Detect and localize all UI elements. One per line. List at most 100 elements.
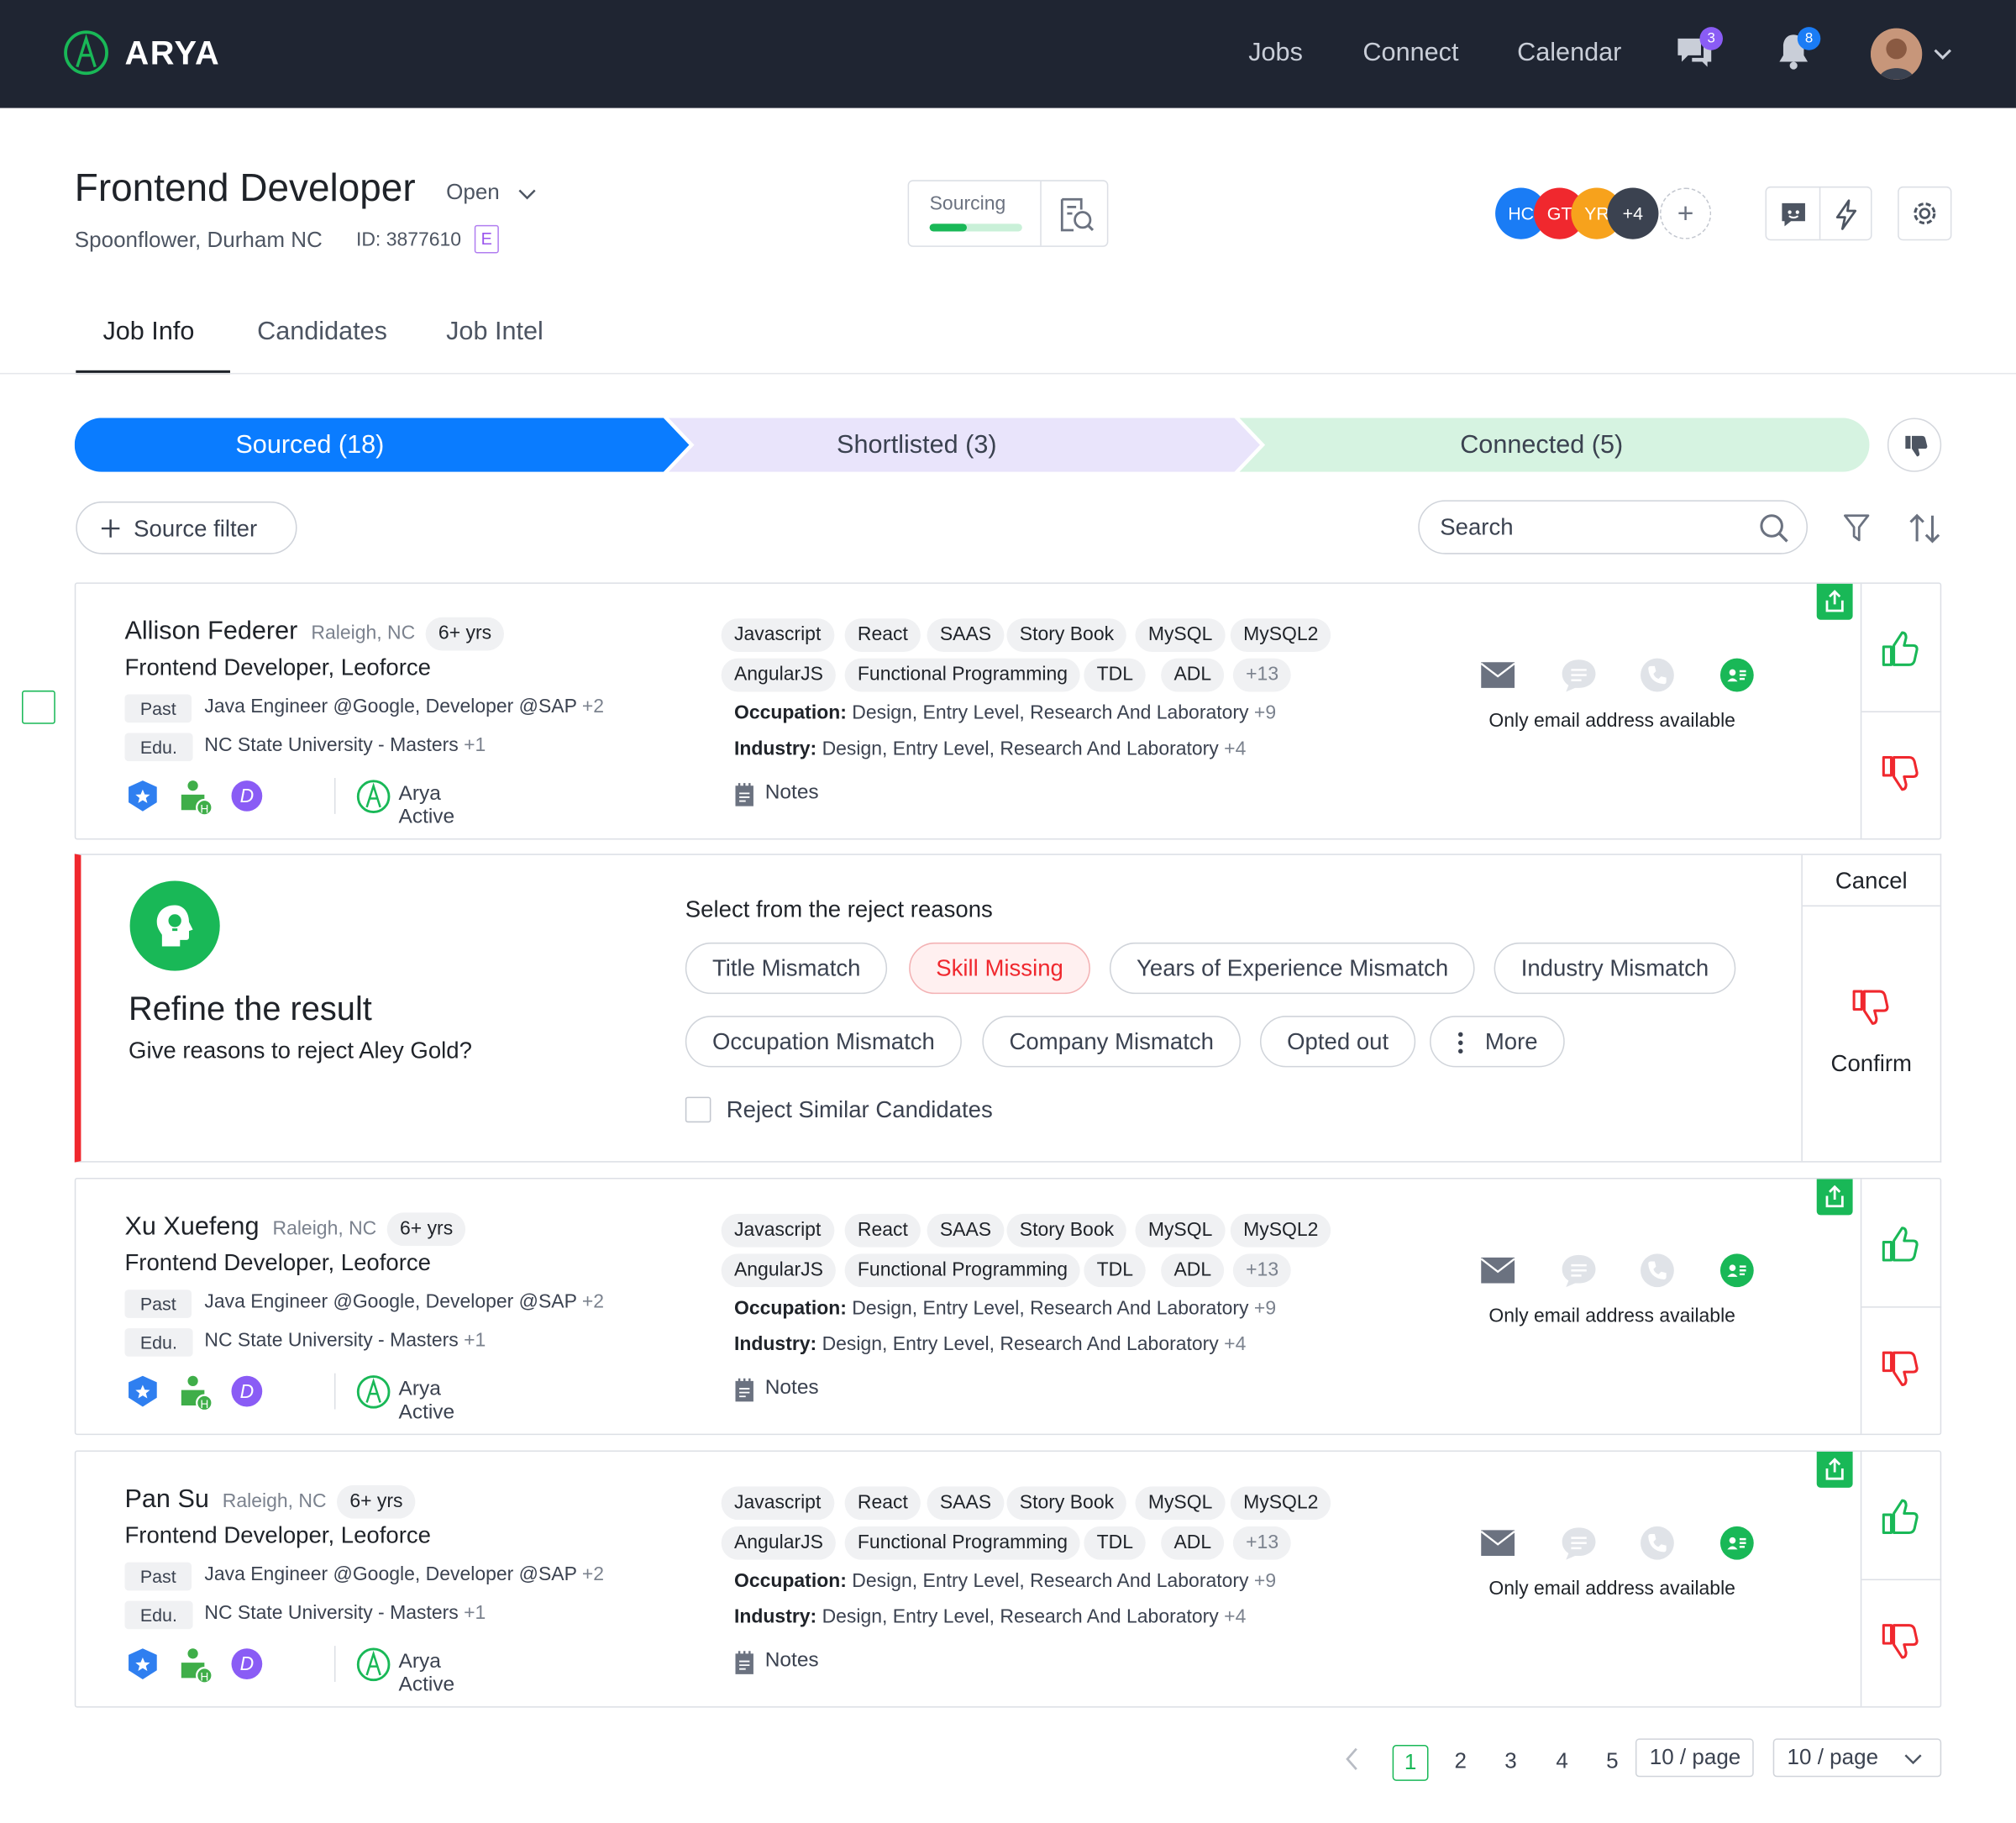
email-icon[interactable] [1480,1256,1516,1285]
feedback-icon[interactable] [1778,199,1809,230]
chevron-down-icon[interactable] [1932,46,1952,61]
chevron-down-icon[interactable] [517,187,537,202]
reason-company-mismatch[interactable]: Company Mismatch [982,1016,1242,1068]
tab-job-info[interactable]: Job Info [102,318,194,347]
reason-years-of-experience-mismatch[interactable]: Years of Experience Mismatch [1109,942,1476,995]
sort-icon[interactable] [1907,511,1943,547]
message-icon[interactable] [1560,657,1599,693]
source-d-icon[interactable]: D [230,1374,264,1408]
notes-link[interactable]: Notes [765,1650,819,1673]
page-size-dropdown[interactable]: 10 / page [1772,1738,1942,1778]
industry-more[interactable]: +4 [1224,1333,1246,1355]
job-board-h-icon[interactable]: H [176,1646,215,1684]
reason-more-button[interactable]: More [1430,1016,1565,1068]
skills-more-tag[interactable]: +13 [1232,1526,1292,1560]
page-2[interactable]: 2 [1442,1745,1478,1781]
skills-more-tag[interactable]: +13 [1232,658,1292,692]
nav-link-jobs[interactable]: Jobs [1248,39,1303,68]
education-more[interactable]: +1 [464,1330,486,1352]
page-4[interactable]: 4 [1544,1745,1580,1781]
nav-link-connect[interactable]: Connect [1362,39,1458,68]
user-avatar[interactable] [1871,28,1923,80]
search-input[interactable] [1440,512,1749,543]
phone-icon[interactable] [1640,657,1676,693]
job-board-h-icon[interactable]: H [176,1374,215,1412]
brand-logo[interactable]: ARYA [63,29,220,76]
candidate-name[interactable]: Pan Su [124,1485,208,1515]
add-team-member-button[interactable]: + [1660,187,1712,239]
page-size-selector[interactable]: 10 / page [1635,1738,1754,1778]
tab-candidates[interactable]: Candidates [257,318,387,347]
reason-occupation-mismatch[interactable]: Occupation Mismatch [685,1016,963,1068]
thumbs-down-icon[interactable] [1881,1621,1919,1663]
share-button[interactable] [1816,1452,1853,1488]
email-icon[interactable] [1480,1529,1516,1558]
education-more[interactable]: +1 [464,1602,486,1624]
notes-link[interactable]: Notes [765,782,819,806]
skills-more-tag[interactable]: +13 [1232,1253,1292,1288]
thumbs-up-icon[interactable] [1881,628,1919,669]
shield-star-icon[interactable] [124,778,160,814]
thumbs-up-icon[interactable] [1881,1495,1919,1537]
contact-card-icon[interactable] [1719,1525,1755,1561]
nav-link-calendar[interactable]: Calendar [1517,39,1621,68]
education-more[interactable]: +1 [464,734,486,756]
job-status-dropdown[interactable]: Open [446,180,500,206]
filter-icon[interactable] [1842,512,1871,545]
cancel-reject-button[interactable]: Cancel [1802,855,1940,907]
page-5[interactable]: 5 [1594,1745,1630,1781]
occupation-more[interactable]: +9 [1254,1570,1276,1592]
shield-star-icon[interactable] [124,1374,160,1410]
job-board-h-icon[interactable]: H [176,778,215,817]
reason-title-mismatch[interactable]: Title Mismatch [685,942,888,995]
chat-button[interactable]: 3 [1674,27,1724,79]
page-3[interactable]: 3 [1493,1745,1529,1781]
share-button[interactable] [1816,583,1853,620]
thumbs-down-icon[interactable] [1881,754,1919,795]
sourcing-status[interactable]: Sourcing [907,180,1109,247]
search-icon[interactable] [1759,513,1790,544]
past-more[interactable]: +2 [582,1291,604,1313]
stage-sourced[interactable]: Sourced (18) [75,418,545,471]
occupation-more[interactable]: +9 [1254,1297,1276,1319]
stage-shortlisted[interactable]: Shortlisted (3) [691,418,1142,471]
stage-connected[interactable]: Connected (5) [1284,418,1800,471]
candidate-card[interactable]: Allison Federer Raleigh, NC 6+ yrs Frontend… [74,582,1942,840]
candidate-select-checkbox[interactable] [22,690,55,724]
source-d-icon[interactable]: D [230,1647,264,1681]
message-icon[interactable] [1560,1525,1599,1561]
page-1[interactable]: 1 [1392,1745,1429,1781]
past-more[interactable]: +2 [582,1563,604,1585]
candidate-name[interactable]: Xu Xuefeng [124,1212,259,1242]
contact-card-icon[interactable] [1719,1253,1755,1289]
search-document-icon[interactable] [1056,194,1097,235]
shield-star-icon[interactable] [124,1646,160,1682]
past-more[interactable]: +2 [582,696,604,717]
reason-industry-mismatch[interactable]: Industry Mismatch [1494,942,1736,995]
industry-more[interactable]: +4 [1224,1606,1246,1628]
share-button[interactable] [1816,1179,1853,1216]
thumbs-down-icon[interactable] [1881,1349,1919,1390]
reason-opted-out[interactable]: Opted out [1259,1016,1416,1068]
rejected-stage-button[interactable] [1887,418,1942,472]
candidate-card[interactable]: Xu Xuefeng Raleigh, NC 6+ yrs Frontend Deve… [74,1178,1942,1436]
industry-more[interactable]: +4 [1224,738,1246,760]
source-d-icon[interactable]: D [230,780,264,813]
email-icon[interactable] [1480,661,1516,690]
message-icon[interactable] [1560,1253,1599,1289]
phone-icon[interactable] [1640,1525,1676,1561]
notes-link[interactable]: Notes [765,1377,819,1400]
candidate-name[interactable]: Allison Federer [124,617,297,647]
source-filter-button[interactable]: Source filter [76,501,297,554]
reject-similar-checkbox[interactable] [685,1096,711,1123]
lightning-icon[interactable] [1831,198,1862,232]
contact-card-icon[interactable] [1719,657,1755,693]
tab-job-intel[interactable]: Job Intel [446,318,543,347]
thumbs-up-icon[interactable] [1881,1223,1919,1264]
reason-skill-missing[interactable]: Skill Missing [909,942,1090,995]
settings-button[interactable] [1898,186,1952,241]
phone-icon[interactable] [1640,1253,1676,1289]
team-more-count[interactable]: +4 [1607,187,1659,239]
confirm-reject-button[interactable]: Confirm [1803,1051,1940,1078]
candidate-card[interactable]: Pan Su Raleigh, NC 6+ yrs Frontend Develope… [74,1450,1942,1708]
